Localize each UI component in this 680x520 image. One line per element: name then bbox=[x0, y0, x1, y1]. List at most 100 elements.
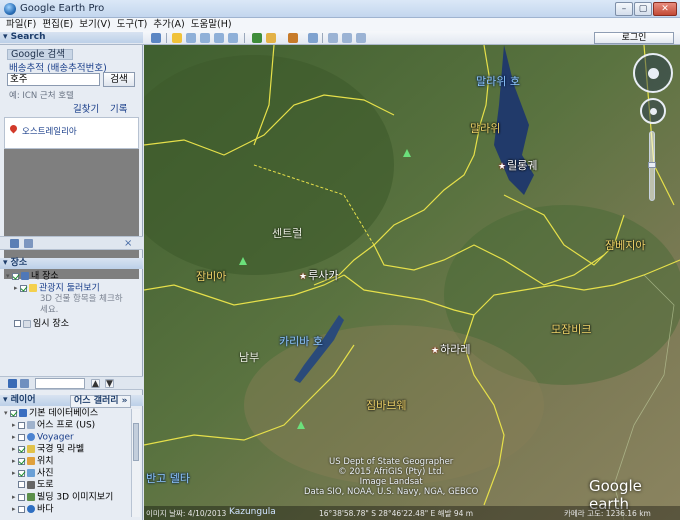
tree-temporary-places[interactable]: 임시 장소 bbox=[14, 318, 69, 330]
park-icon[interactable] bbox=[403, 149, 411, 157]
label-lusaka[interactable]: ★루사카 bbox=[299, 267, 338, 283]
save-image-icon[interactable] bbox=[356, 33, 366, 43]
directions-link[interactable]: 길찾기 bbox=[73, 101, 99, 115]
checkbox[interactable] bbox=[18, 433, 25, 441]
checkbox[interactable] bbox=[20, 284, 27, 292]
scrollbar-thumb[interactable] bbox=[133, 423, 139, 461]
search-input[interactable]: 호주 bbox=[7, 73, 100, 86]
copy-icon[interactable] bbox=[24, 239, 33, 248]
record-tour-icon[interactable] bbox=[228, 33, 238, 43]
path-icon[interactable] bbox=[200, 33, 210, 43]
checkbox[interactable] bbox=[18, 481, 25, 488]
historical-imagery-icon[interactable] bbox=[252, 33, 262, 43]
road-icon bbox=[27, 480, 35, 489]
menu-view[interactable]: 보기(V) bbox=[79, 18, 110, 31]
history-link[interactable]: 기록 bbox=[110, 101, 127, 115]
checkbox[interactable] bbox=[18, 505, 25, 513]
layer-primary-database[interactable]: ▾ 기본 데이터베이스 bbox=[4, 407, 98, 419]
tree-my-places[interactable]: ▾ 내 장소 bbox=[6, 270, 59, 282]
layer-borders-labels[interactable]: ▸ 국경 및 라벨 bbox=[12, 443, 84, 455]
park-icon[interactable] bbox=[297, 421, 305, 429]
layer-places[interactable]: ▸ 위치 bbox=[12, 455, 54, 467]
cursor-coordinates: 16°38'58.78" S 28°46'22.48" E 해발 94 m bbox=[319, 509, 474, 518]
layer-earth-pro[interactable]: ▸ 어스 프로 (US) bbox=[12, 419, 95, 431]
search-button[interactable]: 검색 bbox=[103, 72, 135, 87]
clear-results-icon[interactable]: × bbox=[124, 239, 133, 249]
maximize-button[interactable]: ▢ bbox=[634, 2, 652, 16]
label-malawi: 말라위 bbox=[470, 122, 501, 135]
city-name: 릴롱궤 bbox=[507, 159, 538, 172]
planets-icon[interactable] bbox=[288, 33, 298, 43]
places-panel-header[interactable]: ▾ 장소 bbox=[0, 258, 143, 269]
tree-label: 관광지 둘러보기 bbox=[39, 283, 100, 294]
search-result-item[interactable]: 오스트레일리아 bbox=[4, 117, 139, 149]
minimize-button[interactable]: – bbox=[615, 2, 633, 16]
move-down-icon[interactable]: ▼ bbox=[105, 379, 114, 389]
tree-sightseeing[interactable]: ▸ 관광지 둘러보기 bbox=[14, 282, 100, 294]
imagery-date: 이미지 날짜: 4/10/2013 bbox=[146, 509, 227, 518]
close-button[interactable]: ✕ bbox=[653, 2, 677, 16]
label-central: 센트럴 bbox=[272, 227, 303, 240]
sunlight-icon[interactable] bbox=[266, 33, 276, 43]
checkbox[interactable] bbox=[18, 493, 25, 501]
sidebar-toggle-icon[interactable] bbox=[151, 33, 161, 43]
layer-photos[interactable]: ▸ 사진 bbox=[12, 467, 54, 479]
checkbox[interactable] bbox=[18, 445, 25, 453]
search-result-label[interactable]: 오스트레일리아 bbox=[22, 125, 77, 137]
search-places-icon[interactable] bbox=[8, 379, 17, 388]
menu-tools[interactable]: 도구(T) bbox=[117, 18, 148, 31]
eye-altitude: 카메라 고도: 1236.16 km bbox=[564, 509, 651, 518]
print-icon[interactable] bbox=[342, 33, 352, 43]
search-example-text: 예: ICN 근처 호텔 bbox=[9, 91, 74, 101]
places-note: 세요. bbox=[40, 305, 59, 315]
checkbox[interactable] bbox=[12, 272, 19, 280]
layer-roads[interactable]: 도로 bbox=[18, 479, 54, 491]
tab-google-search[interactable]: Google 검색 bbox=[7, 49, 73, 60]
folder-icon bbox=[29, 284, 37, 292]
map-view[interactable]: 말라위 호 말라위 ★릴롱궤 센트럴 잠베지아 잠비아 ★루사카 모잠비크 카리… bbox=[144, 45, 680, 520]
label-lilongwe[interactable]: ★릴롱궤 bbox=[498, 157, 537, 173]
search-panel-header[interactable]: ▾ Search bbox=[0, 32, 143, 43]
image-overlay-icon[interactable] bbox=[214, 33, 224, 43]
look-navigation-ring[interactable] bbox=[633, 53, 673, 93]
toolbar-separator bbox=[244, 33, 245, 43]
places-filter-input[interactable] bbox=[35, 378, 85, 389]
menu-add[interactable]: 추가(A) bbox=[153, 18, 184, 31]
checkbox[interactable] bbox=[10, 409, 17, 417]
ruler-icon[interactable] bbox=[308, 33, 318, 43]
zoom-slider-thumb[interactable] bbox=[648, 162, 656, 168]
layer-label: 어스 프로 (US) bbox=[37, 420, 96, 431]
panel-toggle-icon[interactable] bbox=[20, 379, 29, 388]
polygon-icon[interactable] bbox=[186, 33, 196, 43]
layer-ocean[interactable]: ▸ 바다 bbox=[12, 503, 54, 515]
menu-help[interactable]: 도움말(H) bbox=[191, 18, 232, 31]
tree-label: 임시 장소 bbox=[33, 319, 69, 329]
city-name: 하라레 bbox=[440, 343, 471, 356]
zoom-slider[interactable] bbox=[648, 131, 656, 201]
menu-bar: 파일(F) 편집(E) 보기(V) 도구(T) 추가(A) 도움말(H) bbox=[0, 18, 680, 31]
layers-panel-header[interactable]: ▾ 레이어 어스 갤러리 » bbox=[0, 395, 143, 408]
move-navigation-ring[interactable] bbox=[640, 98, 666, 124]
move-up-icon[interactable]: ▲ bbox=[91, 379, 100, 389]
checkbox[interactable] bbox=[14, 320, 21, 327]
layers-scrollbar[interactable] bbox=[131, 409, 140, 517]
placemark-icon[interactable] bbox=[172, 33, 182, 43]
park-icon[interactable] bbox=[239, 257, 247, 265]
title-bar: Google Earth Pro – ▢ ✕ bbox=[0, 0, 680, 18]
login-button[interactable]: 로그인 bbox=[594, 32, 674, 44]
label-harare[interactable]: ★하라레 bbox=[431, 341, 470, 357]
add-to-places-icon[interactable] bbox=[10, 239, 19, 248]
layer-voyager[interactable]: ▸ Voyager bbox=[12, 431, 74, 443]
menu-file[interactable]: 파일(F) bbox=[6, 18, 36, 31]
tab-route-tracking[interactable]: 배송추적 (배송추적번호) bbox=[9, 60, 107, 74]
layer-3d-buildings[interactable]: ▸ 빌딩 3D 이미지보기 bbox=[12, 491, 113, 503]
label-zambezia: 잠베지아 bbox=[605, 239, 646, 252]
places-action-bar: ▲ ▼ bbox=[0, 376, 143, 390]
menu-edit[interactable]: 편집(E) bbox=[42, 18, 73, 31]
checkbox[interactable] bbox=[18, 457, 25, 465]
sidebar: ▾ Search Google 검색 배송추적 (배송추적번호) 호주 검색 예… bbox=[0, 32, 143, 520]
checkbox[interactable] bbox=[18, 469, 25, 477]
toolbar-separator bbox=[166, 33, 167, 43]
checkbox[interactable] bbox=[18, 421, 25, 429]
email-icon[interactable] bbox=[328, 33, 338, 43]
